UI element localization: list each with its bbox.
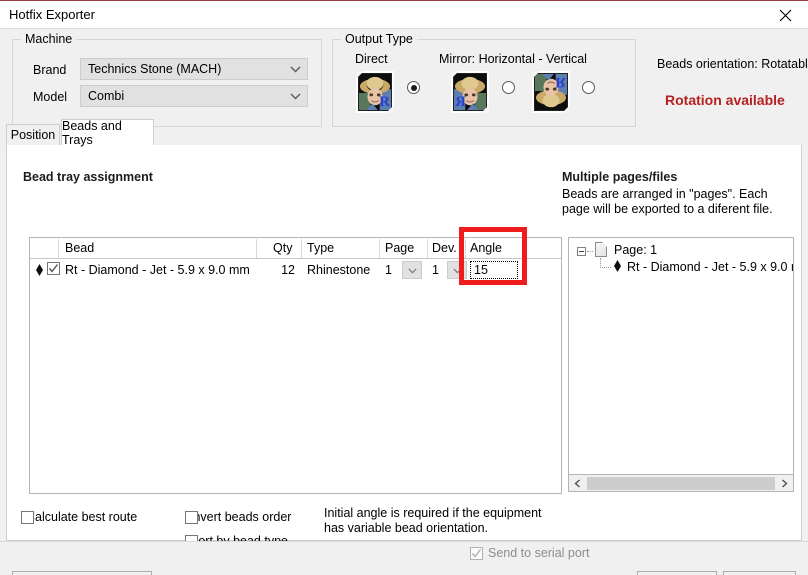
dev-dropdown[interactable] bbox=[447, 261, 467, 279]
tree-node-page[interactable]: Page: 1 bbox=[614, 243, 657, 257]
view-export-reference-button[interactable]: View Export Reference bbox=[12, 571, 152, 575]
brand-combobox-value: Technics Stone (MACH) bbox=[88, 62, 222, 76]
tree-connector bbox=[587, 251, 593, 252]
thumb-corner-tl bbox=[532, 71, 540, 79]
chevron-down-icon bbox=[452, 263, 462, 277]
tab-position[interactable]: Position bbox=[6, 124, 60, 145]
close-icon bbox=[779, 9, 792, 22]
tab-strip: Position Beads and Trays bbox=[6, 119, 802, 147]
dialog-footer: View Export Reference Export Close bbox=[0, 541, 808, 575]
thumb-corner-tl bbox=[356, 71, 364, 79]
model-combobox-value: Combi bbox=[88, 89, 125, 103]
thumb-letter-mirror-vertical: R bbox=[555, 74, 566, 90]
calculate-best-route-checkbox[interactable] bbox=[21, 510, 34, 524]
angle-input[interactable] bbox=[470, 261, 518, 279]
multiple-pages-description: Beads are arranged in "pages". Each page… bbox=[562, 187, 773, 216]
output-type-group-legend: Output Type bbox=[341, 32, 417, 46]
cell-type: Rhinestone bbox=[307, 263, 371, 277]
machine-group-legend: Machine bbox=[21, 32, 77, 46]
beads-orientation-text: Beads orientation: Rotatable bbox=[657, 57, 808, 71]
output-thumb-mirror-vertical[interactable]: R bbox=[532, 71, 570, 113]
direct-label: Direct bbox=[355, 52, 388, 66]
scroll-right-button[interactable] bbox=[776, 475, 793, 491]
column-header-angle[interactable]: Angle bbox=[470, 241, 502, 255]
column-header-bead[interactable]: Bead bbox=[65, 241, 94, 255]
thumb-corner-tl bbox=[451, 71, 459, 79]
table-row[interactable]: Rt - Diamond - Jet - 5.9 x 9.0 mm 12 Rhi… bbox=[30, 259, 561, 281]
pages-tree-panel[interactable]: Page: 1 Rt - Diamond - Jet - 5.9 x 9.0 m… bbox=[568, 237, 794, 475]
output-radio-direct[interactable] bbox=[407, 81, 420, 94]
brand-label: Brand bbox=[33, 63, 67, 77]
thumb-corner-br bbox=[562, 105, 570, 113]
chevron-down-icon bbox=[283, 65, 307, 73]
diamond-icon bbox=[614, 260, 621, 275]
send-to-serial-port-label: Send to serial port bbox=[488, 546, 590, 560]
chevron-down-icon bbox=[407, 263, 417, 277]
output-thumb-direct[interactable]: R bbox=[356, 71, 394, 113]
page-dropdown[interactable] bbox=[402, 261, 422, 279]
column-separator bbox=[58, 239, 59, 258]
model-combobox[interactable]: Combi bbox=[80, 85, 308, 107]
mirror-label: Mirror: Horizontal - Vertical bbox=[439, 52, 587, 66]
rotation-available-text: Rotation available bbox=[665, 92, 785, 108]
diamond-icon bbox=[36, 264, 43, 276]
machine-group: Machine Brand Technics Stone (MACH) Mode… bbox=[12, 32, 322, 127]
calculate-best-route-row[interactable]: Calculate best route bbox=[21, 510, 137, 524]
cell-page: 1 bbox=[385, 263, 392, 277]
window-title: Hotfix Exporter bbox=[9, 7, 95, 22]
row-enabled-checkbox[interactable] bbox=[47, 262, 60, 275]
invert-beads-order-row[interactable]: Invert beads order bbox=[185, 510, 291, 524]
column-separator bbox=[427, 239, 428, 258]
cell-qty: 12 bbox=[281, 263, 295, 277]
thumb-letter-mirror-horizontal: R bbox=[455, 94, 466, 110]
brand-combobox[interactable]: Technics Stone (MACH) bbox=[80, 58, 308, 80]
multiple-pages-title: Multiple pages/files bbox=[562, 170, 678, 184]
close-button[interactable]: Close bbox=[723, 571, 796, 575]
column-separator bbox=[379, 239, 380, 258]
bead-table-header: Bead Qty Type Page Dev. Angle bbox=[30, 238, 561, 259]
initial-angle-note: Initial angle is required if the equipme… bbox=[324, 506, 542, 535]
output-radio-mirror-horizontal[interactable] bbox=[502, 81, 515, 94]
tab-beads-and-trays[interactable]: Beads and Trays bbox=[61, 119, 154, 147]
beads-and-trays-panel: Bead tray assignment Multiple pages/file… bbox=[6, 145, 802, 548]
column-header-qty[interactable]: Qty bbox=[273, 241, 292, 255]
bead-table: Bead Qty Type Page Dev. Angle Rt - Diamo… bbox=[29, 237, 562, 494]
calculate-best-route-label: Calculate best route bbox=[26, 510, 138, 524]
scroll-left-button[interactable] bbox=[569, 475, 586, 491]
tree-expander-page-1[interactable] bbox=[577, 247, 586, 256]
model-label: Model bbox=[33, 90, 68, 104]
send-to-serial-port-checkbox bbox=[470, 546, 483, 560]
dialog-body: Machine Brand Technics Stone (MACH) Mode… bbox=[0, 28, 808, 575]
column-header-dev[interactable]: Dev. bbox=[432, 241, 457, 255]
export-button[interactable]: Export bbox=[637, 571, 717, 575]
close-window-button[interactable] bbox=[762, 2, 808, 28]
cell-dev: 1 bbox=[432, 263, 439, 277]
column-separator bbox=[465, 239, 466, 258]
tree-node-bead[interactable]: Rt - Diamond - Jet - 5.9 x 9.0 mm bbox=[627, 260, 793, 274]
thumb-letter-direct: R bbox=[379, 94, 390, 110]
column-header-page[interactable]: Page bbox=[385, 241, 414, 255]
cell-bead: Rt - Diamond - Jet - 5.9 x 9.0 mm bbox=[65, 263, 250, 277]
hotfix-exporter-dialog: Hotfix Exporter Machine Brand Technics S… bbox=[0, 0, 808, 575]
invert-beads-order-checkbox[interactable] bbox=[185, 510, 198, 524]
send-to-serial-port-row: Send to serial port bbox=[470, 546, 589, 560]
bead-tray-title: Bead tray assignment bbox=[23, 170, 153, 184]
tree-connector bbox=[600, 267, 611, 268]
output-thumb-mirror-horizontal[interactable]: R bbox=[451, 71, 489, 113]
scrollbar-thumb[interactable] bbox=[587, 476, 775, 490]
column-separator bbox=[301, 239, 302, 258]
column-header-type[interactable]: Type bbox=[307, 241, 334, 255]
chevron-down-icon bbox=[283, 92, 307, 100]
invert-beads-order-label: Invert beads order bbox=[190, 510, 292, 524]
page-icon bbox=[595, 242, 607, 257]
thumb-corner-br bbox=[481, 105, 489, 113]
output-radio-mirror-vertical[interactable] bbox=[582, 81, 595, 94]
tree-horizontal-scrollbar[interactable] bbox=[568, 475, 794, 492]
title-bar: Hotfix Exporter bbox=[0, 0, 808, 28]
column-separator bbox=[256, 239, 257, 258]
output-type-group: Output Type Direct Mirror: Horizontal - … bbox=[332, 32, 636, 127]
